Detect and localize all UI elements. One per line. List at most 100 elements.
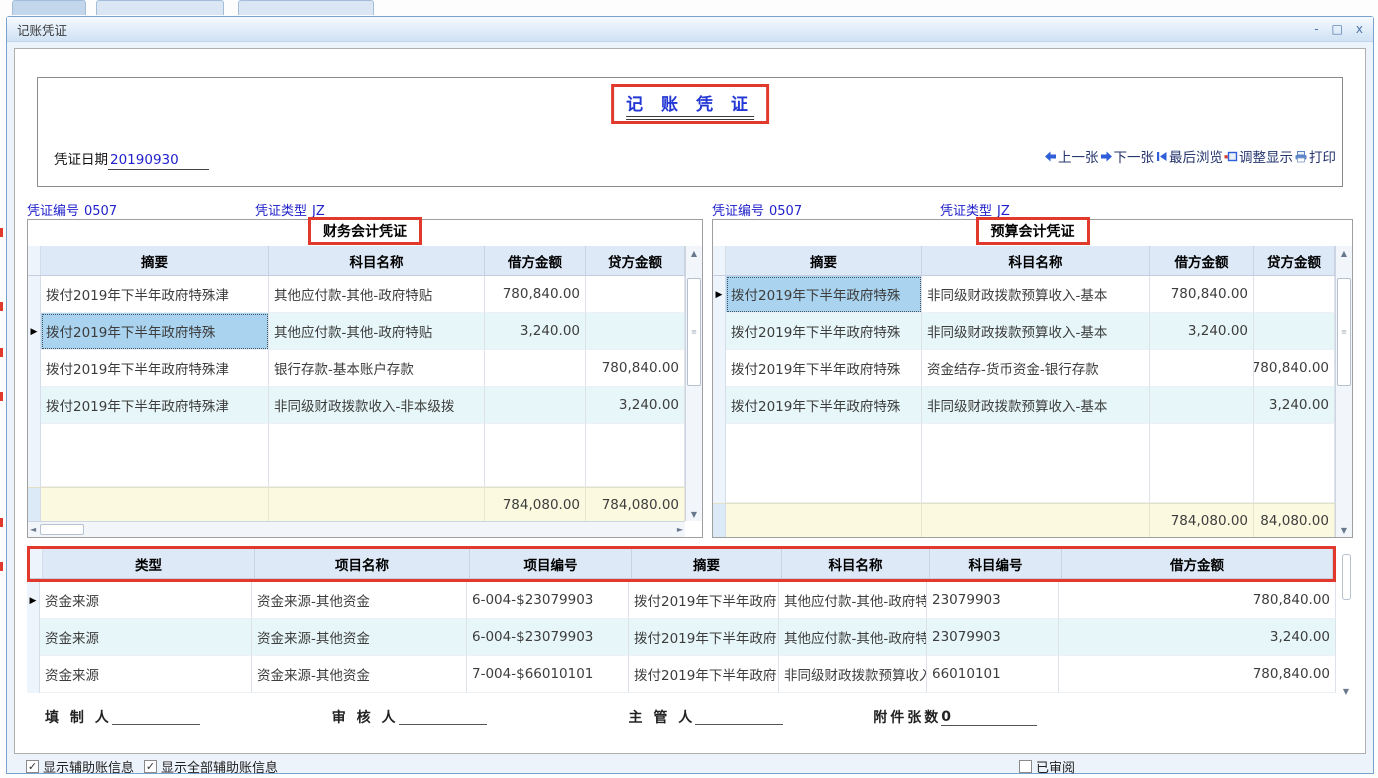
- type-cell[interactable]: 资金来源: [40, 582, 252, 619]
- credit-cell[interactable]: [586, 313, 685, 350]
- account-cell[interactable]: 非同级财政拨款收入-非本级拨: [269, 387, 485, 424]
- account-cell[interactable]: 非同级财政拨款预算收入-基本: [922, 387, 1150, 424]
- scrollbar-thumb[interactable]: ≡: [687, 278, 701, 386]
- debit-cell[interactable]: [485, 350, 586, 387]
- reviewed-checkbox[interactable]: 已审阅: [1019, 757, 1075, 776]
- scroll-down-icon[interactable]: ▼: [686, 507, 702, 521]
- background-tab[interactable]: [12, 0, 86, 15]
- voucher-no-value: 0507: [84, 204, 117, 219]
- debit-cell[interactable]: [485, 387, 586, 424]
- show-aux-checkbox[interactable]: ✓ 显示辅助账信息: [26, 757, 134, 776]
- annotation-box-title: 记 账 凭 证: [611, 84, 769, 124]
- type-cell[interactable]: 资金来源: [40, 619, 252, 656]
- financial-voucher-panel: 凭证编号0507 凭证类型JZ 财务会计凭证 摘要 科目名称: [27, 199, 703, 538]
- next-voucher-button[interactable]: 下一张: [1099, 146, 1155, 166]
- voucher-header-box: 记 账 凭 证 凭证日期20190930 上一张 下一张 最后浏览: [37, 77, 1343, 187]
- credit-cell[interactable]: 3,240.00: [586, 387, 685, 424]
- credit-cell[interactable]: [1254, 276, 1335, 313]
- form-title: 记 账 凭 证: [626, 95, 754, 120]
- col-account: 科目名称: [922, 246, 1150, 275]
- scroll-left-icon[interactable]: ◄: [30, 525, 36, 534]
- last-voucher-button[interactable]: 最后浏览: [1154, 146, 1223, 166]
- project-no-cell[interactable]: 7-004-$66010101: [467, 656, 629, 693]
- show-all-aux-checkbox[interactable]: ✓ 显示全部辅助账信息: [144, 757, 278, 776]
- attachments-value[interactable]: 0: [941, 709, 1037, 726]
- summary-cell[interactable]: 拨付2019年下半年政府特殊: [726, 387, 922, 424]
- prev-voucher-button[interactable]: 上一张: [1043, 146, 1099, 166]
- debit-cell[interactable]: 3,240.00: [1059, 619, 1336, 656]
- debit-cell[interactable]: 780,840.00: [1059, 656, 1336, 693]
- account-cell[interactable]: 银行存款-基本账户存款: [269, 350, 485, 387]
- credit-cell[interactable]: [1254, 313, 1335, 350]
- scrollbar-thumb[interactable]: [40, 524, 84, 535]
- summary-cell[interactable]: 拨付2019年下半年政府特殊: [726, 313, 922, 350]
- table-row: 拨付2019年下半年政府特殊津 其他应付款-其他-政府特贴 780,840.00: [28, 276, 685, 313]
- project-no-cell[interactable]: 6-004-$23079903: [467, 582, 629, 619]
- debit-cell[interactable]: [1150, 387, 1254, 424]
- row-marker-icon: ▶: [28, 313, 41, 350]
- scroll-down-icon[interactable]: ▼: [1343, 687, 1349, 696]
- print-button[interactable]: 打印: [1293, 146, 1336, 166]
- scroll-up-icon[interactable]: ▲: [686, 246, 702, 260]
- debit-cell[interactable]: 3,240.00: [485, 313, 586, 350]
- type-cell[interactable]: 资金来源: [40, 656, 252, 693]
- account-cell[interactable]: 其他应付款-其他-政府特贴: [269, 276, 485, 313]
- summary-cell-selected[interactable]: 拨付2019年下半年政府特殊: [41, 313, 269, 350]
- maximize-button[interactable]: □: [1332, 23, 1343, 35]
- aux-vertical-scrollbar[interactable]: ▼: [1339, 546, 1353, 696]
- account-cell[interactable]: 资金结存-货币资金-银行存款: [922, 350, 1150, 387]
- preparer-label: 填 制 人: [45, 707, 112, 727]
- budget-vertical-scrollbar[interactable]: ▲ ≡ ▼: [1335, 246, 1352, 537]
- minimize-button[interactable]: -: [1314, 23, 1318, 35]
- credit-cell[interactable]: 780,840.00: [586, 350, 685, 387]
- col-account: 科目名称: [269, 246, 485, 275]
- background-tab[interactable]: [238, 0, 374, 15]
- col-credit: 贷方金额: [1254, 246, 1335, 275]
- financial-vertical-scrollbar[interactable]: ▲ ≡ ▼: [685, 246, 702, 521]
- debit-cell[interactable]: 780,840.00: [485, 276, 586, 313]
- account-cell[interactable]: 非同级财政拨款预算收入-基本: [922, 276, 1150, 313]
- scroll-right-icon[interactable]: ►: [677, 525, 683, 534]
- project-name-cell[interactable]: 资金来源-其他资金: [252, 619, 467, 656]
- account-name-cell[interactable]: 非同级财政拨款预算收入: [779, 656, 927, 693]
- debit-cell[interactable]: 3,240.00: [1150, 313, 1254, 350]
- account-no-cell[interactable]: 23079903: [927, 582, 1059, 619]
- scrollbar-thumb[interactable]: [1342, 554, 1351, 600]
- account-cell[interactable]: 其他应付款-其他-政府特贴: [269, 313, 485, 350]
- voucher-date-field[interactable]: 20190930: [108, 152, 209, 170]
- debit-cell[interactable]: [1150, 350, 1254, 387]
- summary-cell-selected[interactable]: 拨付2019年下半年政府特殊: [726, 276, 922, 313]
- scrollbar-thumb[interactable]: ≡: [1337, 278, 1351, 386]
- credit-cell[interactable]: 3,240.00: [1254, 387, 1335, 424]
- adjust-display-button[interactable]: 调整显示: [1223, 146, 1293, 166]
- account-no-cell[interactable]: 66010101: [927, 656, 1059, 693]
- project-name-cell[interactable]: 资金来源-其他资金: [252, 656, 467, 693]
- close-button[interactable]: x: [1356, 23, 1363, 35]
- scroll-down-icon[interactable]: ▼: [1336, 523, 1352, 537]
- checkbox-checked-icon: ✓: [26, 760, 39, 773]
- summary-cell[interactable]: 拨付2019年下半年政府特殊: [726, 350, 922, 387]
- credit-cell[interactable]: [586, 276, 685, 313]
- summary-cell[interactable]: 拨付2019年下半年政府特殊津: [41, 276, 269, 313]
- summary-cell[interactable]: 拨付2019年下半年政府特殊津: [41, 387, 269, 424]
- financial-horizontal-scrollbar[interactable]: ◄ ►: [28, 521, 685, 537]
- summary-cell[interactable]: 拨付2019年下半年政府: [629, 582, 779, 619]
- next-voucher-label: 下一张: [1114, 146, 1155, 166]
- summary-cell[interactable]: 拨付2019年下半年政府: [629, 656, 779, 693]
- col-account-no: 科目编号: [930, 549, 1062, 578]
- project-name-cell[interactable]: 资金来源-其他资金: [252, 582, 467, 619]
- debit-cell[interactable]: 780,840.00: [1059, 582, 1336, 619]
- account-cell[interactable]: 非同级财政拨款预算收入-基本: [922, 313, 1150, 350]
- scroll-up-icon[interactable]: ▲: [1336, 246, 1352, 260]
- credit-cell[interactable]: 780,840.00: [1254, 350, 1335, 387]
- account-no-cell[interactable]: 23079903: [927, 619, 1059, 656]
- summary-cell[interactable]: 拨付2019年下半年政府特殊津: [41, 350, 269, 387]
- project-no-cell[interactable]: 6-004-$23079903: [467, 619, 629, 656]
- col-type: 类型: [43, 549, 255, 578]
- debit-cell[interactable]: 780,840.00: [1150, 276, 1254, 313]
- edge-artifact: [0, 348, 3, 357]
- account-name-cell[interactable]: 其他应付款-其他-政府特: [779, 619, 927, 656]
- summary-cell[interactable]: 拨付2019年下半年政府: [629, 619, 779, 656]
- background-tab[interactable]: [96, 0, 224, 15]
- account-name-cell[interactable]: 其他应付款-其他-政府特: [779, 582, 927, 619]
